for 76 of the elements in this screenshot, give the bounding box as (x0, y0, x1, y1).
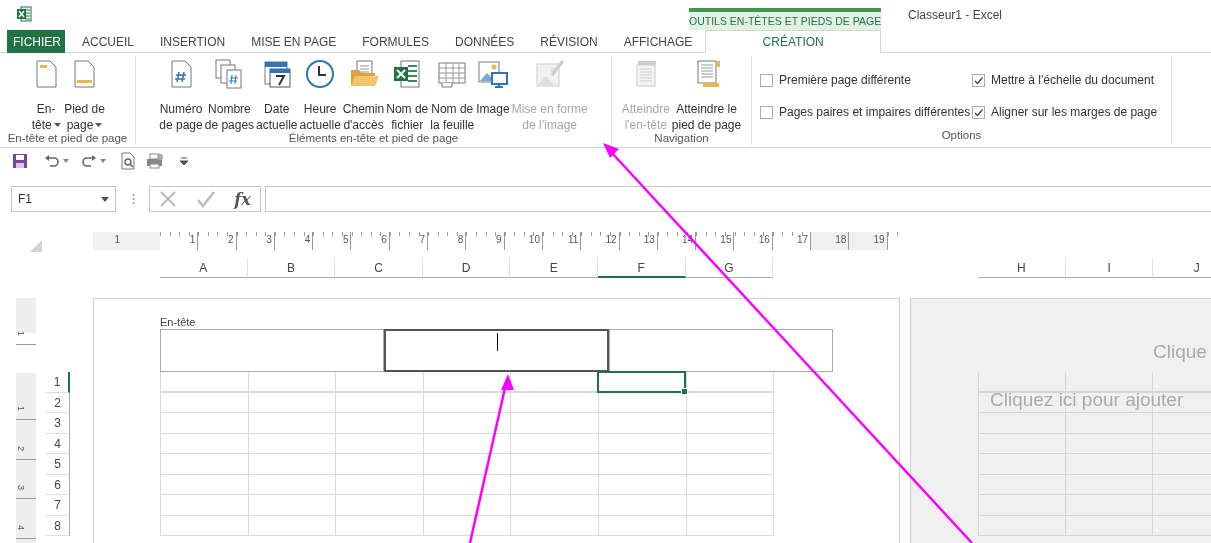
checkbox-label[interactable]: Pages paires et impaires différentes (779, 105, 971, 119)
group-label: Navigation (653, 132, 710, 145)
picture-icon (476, 58, 509, 90)
checkbox[interactable] (760, 73, 773, 87)
column-header[interactable]: J (1153, 258, 1211, 278)
ribbon-tab[interactable]: ACCUEIL (69, 30, 147, 53)
column-header[interactable]: B (247, 258, 336, 278)
clock-icon (304, 58, 337, 90)
header-section[interactable] (383, 329, 610, 372)
row-header[interactable]: 4 (46, 433, 70, 454)
ribbon-button[interactable]: Nom de la feuille (429, 58, 476, 132)
caret-icon[interactable] (63, 159, 69, 163)
fill-handle[interactable] (681, 388, 688, 395)
ribbon-button[interactable]: Atteindre le pied de page (670, 58, 743, 132)
formula-field[interactable] (265, 186, 1211, 212)
ribbon-tab[interactable]: DONNÉES (441, 30, 528, 53)
ribbon-button[interactable]: Date actuelle (255, 58, 299, 132)
picture-brush-icon (533, 58, 566, 90)
ribbon-button[interactable]: Heure actuelle (298, 58, 342, 132)
ribbon-tab[interactable]: FICHIER (7, 30, 65, 53)
group-label: Éléments en-tête et pied de page (287, 132, 460, 145)
column-header[interactable]: H (978, 258, 1066, 278)
ribbon-button[interactable]: Image (475, 58, 511, 132)
ribbon-button[interactable]: Nom de fichier (385, 58, 430, 132)
checkbox-label[interactable]: Première page différente (779, 73, 911, 87)
ribbon-tab[interactable]: MISE EN PAGE (238, 30, 350, 53)
row-header[interactable]: 3 (46, 413, 70, 434)
header-label: En-tête (160, 315, 197, 329)
row-header[interactable]: 7 (46, 495, 70, 516)
column-header[interactable]: D (422, 258, 511, 278)
ribbon-tab[interactable]: CRÉATION (705, 30, 881, 53)
ribbon-tab[interactable]: RÉVISION (527, 30, 611, 53)
column-header[interactable]: A (160, 258, 248, 278)
grip-icon (132, 193, 135, 205)
checkbox-label[interactable]: Aligner sur les marges de page (991, 105, 1158, 119)
undo-icon[interactable] (44, 153, 60, 169)
row-header[interactable]: 8 (46, 515, 70, 536)
column-header[interactable]: C (335, 258, 423, 278)
column-header[interactable]: E (510, 258, 598, 278)
spreadsheet-app-icon (16, 6, 32, 22)
group-label: En-tête et pied de page (6, 132, 129, 145)
ribbon-button[interactable]: Chemin d'accès (341, 58, 386, 132)
customize-menu-icon[interactable] (180, 157, 188, 165)
group-label: Options (940, 129, 983, 143)
column-header[interactable]: I (1065, 258, 1154, 278)
check-icon[interactable] (195, 190, 216, 208)
checkbox-label[interactable]: Mettre à l'échelle du document (991, 73, 1155, 87)
ribbon-tab[interactable]: FORMULES (349, 30, 442, 53)
print-icon[interactable] (146, 153, 164, 169)
checkbox[interactable] (972, 105, 985, 119)
column-header[interactable]: G (685, 258, 774, 278)
column-header[interactable]: F (597, 258, 686, 278)
row-header[interactable]: 2 (46, 392, 70, 413)
checkbox[interactable] (972, 73, 985, 87)
ribbon-tab[interactable]: AFFICHAGE (610, 30, 706, 53)
ribbon-button[interactable]: Pied de page (63, 58, 106, 132)
selected-cell[interactable] (597, 371, 686, 393)
ribbon-button[interactable]: Numéro de page (158, 58, 204, 132)
redo-icon[interactable] (81, 153, 97, 169)
window-title: Classeur1 - Excel (908, 7, 1003, 24)
caret-icon[interactable] (101, 196, 109, 202)
caret-icon[interactable] (100, 159, 106, 163)
row-header[interactable]: 5 (46, 454, 70, 475)
row-header[interactable]: 1 (46, 372, 70, 393)
vertical-ruler: 1 1 2 3 4 (16, 298, 36, 543)
ribbon-button[interactable]: En- tête (29, 58, 64, 132)
text-cursor (496, 333, 498, 351)
ribbon-tab[interactable]: INSERTION (147, 30, 239, 53)
name-box[interactable]: F1 (11, 186, 116, 212)
context-tab-group: OUTILS EN-TÊTES ET PIEDS DE PAGE (689, 8, 881, 30)
insert-function-button[interactable]: fx (234, 189, 251, 209)
ribbon-button[interactable]: Nombre de pages (203, 58, 256, 132)
save-icon[interactable] (12, 153, 28, 169)
print-preview-icon[interactable] (120, 152, 136, 170)
row-header[interactable]: 6 (46, 474, 70, 495)
checkbox[interactable] (760, 105, 773, 119)
